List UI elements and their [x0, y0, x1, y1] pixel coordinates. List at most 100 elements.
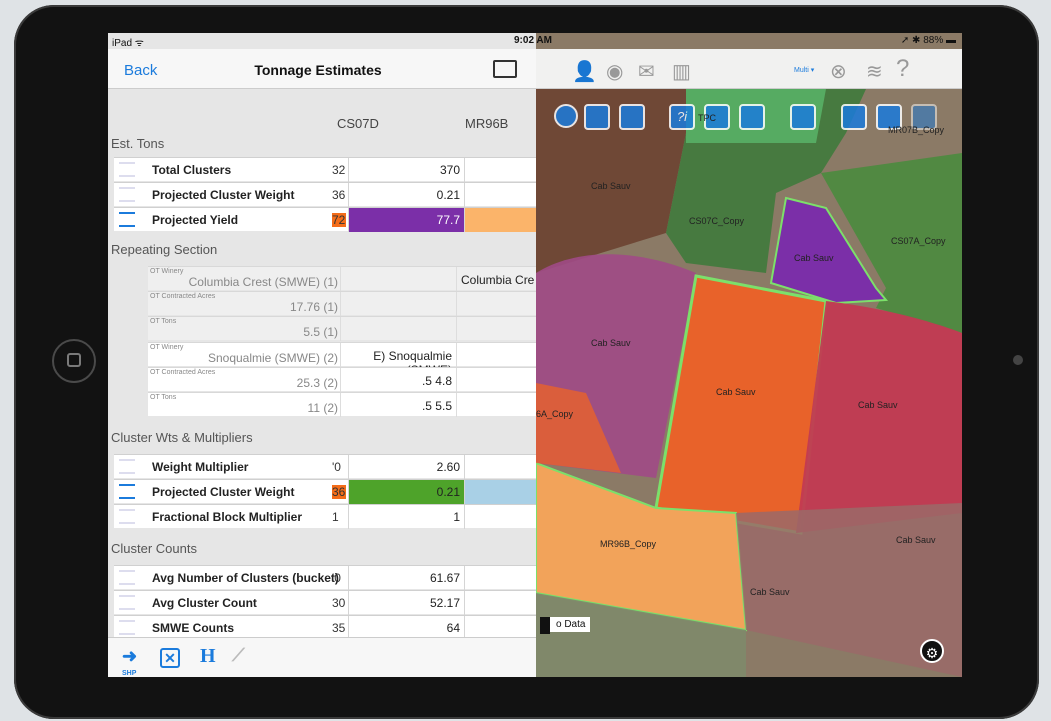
- field-label: Cab Sauv: [858, 400, 898, 410]
- cut-value: '0: [332, 460, 341, 474]
- repeat-row[interactable]: OT Contracted Acres 17.76 (1): [148, 291, 536, 316]
- back-circle-icon[interactable]: [554, 104, 578, 128]
- tools-icon[interactable]: ⚙: [920, 639, 944, 663]
- cut-value: 72: [332, 213, 346, 227]
- cell-empty[interactable]: [464, 183, 536, 207]
- field-label: Cab Sauv: [591, 338, 631, 348]
- fullscreen-icon[interactable]: [493, 60, 517, 78]
- back-button[interactable]: Back: [124, 62, 157, 79]
- row-label: Avg Cluster Count: [152, 596, 257, 610]
- cell-empty[interactable]: [464, 591, 536, 615]
- row-label: Fractional Block Multiplier: [152, 510, 303, 524]
- table-row[interactable]: Projected Yield 72 77.7: [114, 207, 536, 232]
- cell-value[interactable]: 52.17: [348, 591, 464, 615]
- cell-empty[interactable]: [464, 455, 536, 479]
- cell-value[interactable]: .5 4.8: [340, 368, 456, 392]
- pencil-edit-icon[interactable]: [790, 104, 816, 130]
- cell-value[interactable]: Columbia Cre: [456, 267, 536, 291]
- user-icon[interactable]: 👤: [572, 59, 597, 84]
- chart-icon[interactable]: ⟋: [232, 645, 245, 667]
- layers-icon[interactable]: ≋: [866, 59, 883, 84]
- field-label: CS07C_Copy: [689, 216, 745, 226]
- shp-export-icon[interactable]: ➜ SHP: [122, 646, 137, 677]
- field-label: Cab Sauv: [794, 253, 834, 263]
- cell-empty[interactable]: [464, 208, 536, 232]
- cell-value[interactable]: E) Snoqualmie (SMWE): [340, 343, 456, 377]
- cell-empty[interactable]: [464, 158, 536, 182]
- cell-value[interactable]: 0.21: [348, 183, 464, 207]
- cut-value: 32: [332, 163, 346, 177]
- multi-selector[interactable]: Multi ▾: [794, 66, 814, 74]
- info-icon[interactable]: ?i: [669, 104, 695, 130]
- cell-value[interactable]: 2.60: [348, 455, 464, 479]
- table-row[interactable]: Projected Cluster Weight 36 0.21: [114, 479, 536, 504]
- draw-line-icon[interactable]: [739, 104, 765, 130]
- compass-icon[interactable]: ⊗: [830, 59, 847, 84]
- row-list-icon: [119, 459, 135, 474]
- cell-value[interactable]: [456, 368, 536, 392]
- mail-icon[interactable]: ✉: [638, 59, 655, 84]
- field-value: 25.3 (2): [296, 376, 338, 390]
- map-panel[interactable]: 👤 ◉ ✉ ▥ Multi ▾ ⊗ ≋ ? ?i Cab Sauv CS07C_…: [536, 33, 962, 677]
- carrier-label: iPad ᯤ: [112, 38, 144, 49]
- row-list-icon: [119, 212, 135, 227]
- cell-value[interactable]: 1: [348, 505, 464, 529]
- bar-chart-icon[interactable]: ▥: [672, 59, 691, 84]
- table-row[interactable]: Weight Multiplier '0 2.60: [114, 454, 536, 479]
- section-cluster-counts: Cluster Counts: [111, 541, 197, 556]
- table-row[interactable]: Projected Cluster Weight 36 0.21: [114, 182, 536, 207]
- excel-icon[interactable]: ✕: [160, 648, 180, 668]
- cell-empty[interactable]: [464, 480, 536, 504]
- cell-value[interactable]: 0.21: [348, 480, 464, 504]
- row-label: Projected Yield: [152, 213, 239, 227]
- collapse-arrow-icon[interactable]: [540, 617, 550, 634]
- table-row[interactable]: Avg Number of Clusters (bucket) '0 61.67: [114, 565, 536, 590]
- table-row[interactable]: Avg Cluster Count 30 52.17: [114, 590, 536, 615]
- cell-value[interactable]: 370: [348, 158, 464, 182]
- battery-indicator: ➚ ✱ 88% ▬: [900, 35, 956, 46]
- column-header-mr96b: MR96B: [465, 116, 509, 131]
- table-row[interactable]: Total Clusters 32 370: [114, 157, 536, 182]
- table-row[interactable]: SMWE Counts 35 64: [114, 615, 536, 640]
- field-value: 17.76 (1): [289, 300, 338, 314]
- edit-note-icon[interactable]: [841, 104, 867, 130]
- cell-value[interactable]: [340, 292, 456, 316]
- field-label: Cab Sauv: [750, 587, 790, 597]
- cell-value[interactable]: .5 5.5: [340, 393, 456, 417]
- cell-empty[interactable]: [464, 505, 536, 529]
- table-row[interactable]: Fractional Block Multiplier 1 1: [114, 504, 536, 529]
- cell-value[interactable]: [340, 267, 456, 291]
- repeat-row[interactable]: OT Winery Snoqualmie (SMWE) (2) E) Snoqu…: [148, 342, 536, 377]
- row-list-icon: [119, 484, 135, 499]
- repeat-row[interactable]: OT Contracted Acres 25.3 (2) .5 4.8: [148, 367, 536, 392]
- cut-value: 1: [332, 510, 339, 524]
- cell-value[interactable]: [456, 292, 536, 316]
- cell-value[interactable]: [456, 343, 536, 367]
- cell-value[interactable]: [456, 393, 536, 417]
- home-square-icon: [67, 353, 81, 367]
- cell-value[interactable]: 77.7: [348, 208, 464, 232]
- repeat-row[interactable]: OT Tons 11 (2) .5 5.5: [148, 392, 536, 417]
- list-icon[interactable]: [584, 104, 610, 130]
- help-icon[interactable]: ?: [896, 55, 909, 83]
- clipboard-icon[interactable]: [619, 104, 645, 130]
- field-label: OT Tons: [150, 394, 177, 401]
- no-data-tag[interactable]: o Data: [540, 617, 591, 634]
- camera-icon[interactable]: ◉: [606, 59, 623, 84]
- h-button[interactable]: H: [200, 645, 216, 667]
- cut-value: 36: [332, 188, 346, 202]
- cell-value[interactable]: [340, 317, 456, 341]
- cell-empty[interactable]: [464, 566, 536, 590]
- cell-value[interactable]: 61.67: [348, 566, 464, 590]
- map-top-bar: 👤 ◉ ✉ ▥ Multi ▾ ⊗ ≋ ?: [536, 49, 962, 89]
- cut-value: 30: [332, 596, 346, 610]
- field-label: OT Contracted Acres: [150, 369, 216, 376]
- camera-dot: [1013, 355, 1023, 365]
- shp-label: SHP: [122, 670, 137, 677]
- screen: Back Tonnage Estimates CS07D MR96B Est. …: [108, 33, 962, 677]
- repeat-row[interactable]: OT Tons 5.5 (1): [148, 316, 536, 341]
- repeat-row[interactable]: OT Winery Columbia Crest (SMWE) (1) Colu…: [148, 266, 536, 291]
- field-label: Cab Sauv: [591, 181, 631, 191]
- section-est-tons: Est. Tons: [111, 136, 165, 151]
- cell-value[interactable]: [456, 317, 536, 341]
